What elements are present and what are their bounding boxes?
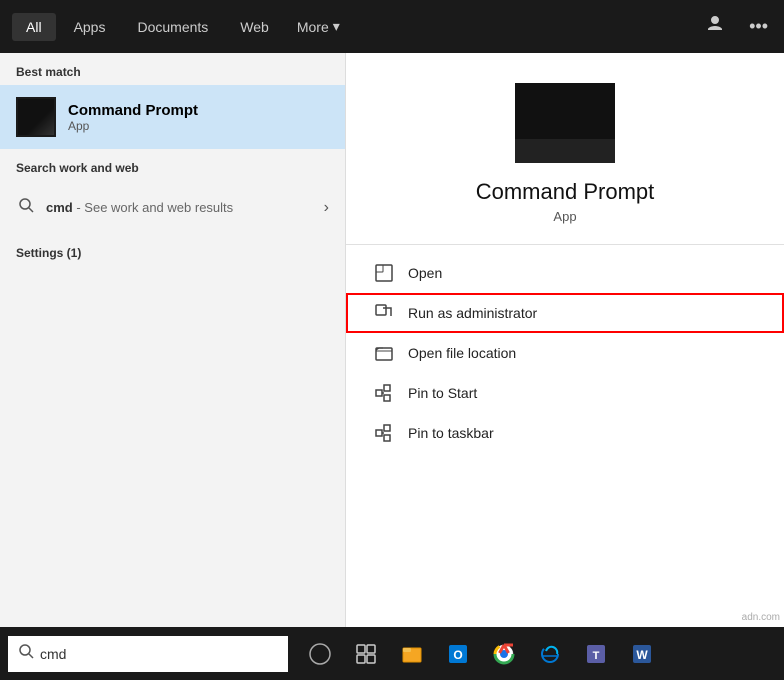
top-nav: All Apps Documents Web More ▾ •••: [0, 0, 784, 53]
explorer-icon[interactable]: [390, 632, 434, 676]
edge-icon[interactable]: [528, 632, 572, 676]
taskbar-search-text: cmd: [40, 646, 66, 662]
start-button[interactable]: [298, 632, 342, 676]
action-pin-start[interactable]: Pin to Start: [346, 373, 784, 413]
watermark: adn.com: [738, 610, 784, 625]
search-query: cmd: [46, 200, 73, 215]
app-icon-large: [515, 83, 615, 163]
ellipsis-icon[interactable]: •••: [745, 12, 772, 41]
svg-text:O: O: [453, 648, 462, 662]
action-open[interactable]: Open: [346, 253, 784, 293]
tab-more[interactable]: More ▾: [287, 12, 350, 41]
action-pin-taskbar-label: Pin to taskbar: [408, 425, 494, 441]
shield-icon: [374, 303, 394, 323]
search-web-section: cmd - See work and web results ›: [0, 181, 345, 234]
search-container: Best match Command Prompt App Search wor…: [0, 53, 784, 680]
svg-text:W: W: [636, 648, 648, 662]
app-type-large: App: [553, 209, 576, 224]
best-match-title: Command Prompt: [68, 102, 198, 119]
open-icon: [374, 263, 394, 283]
action-open-file-label: Open file location: [408, 345, 516, 361]
tab-apps[interactable]: Apps: [60, 13, 120, 41]
nav-right: •••: [701, 10, 772, 43]
word-icon[interactable]: W: [620, 632, 664, 676]
taskbar: cmd O: [0, 627, 784, 680]
search-web-item[interactable]: cmd - See work and web results ›: [0, 189, 345, 226]
action-run-admin-label: Run as administrator: [408, 305, 537, 321]
cmd-icon: [16, 97, 56, 137]
action-pin-taskbar[interactable]: Pin to taskbar: [346, 413, 784, 453]
action-open-file[interactable]: Open file location: [346, 333, 784, 373]
action-run-admin[interactable]: Run as administrator: [346, 293, 784, 333]
divider: [346, 244, 784, 245]
task-view-icon[interactable]: [344, 632, 388, 676]
action-pin-start-label: Pin to Start: [408, 385, 477, 401]
teams-icon[interactable]: T: [574, 632, 618, 676]
pin-taskbar-icon: [374, 423, 394, 443]
action-list: Open Run as administrator: [346, 253, 784, 453]
more-label: More: [297, 19, 329, 35]
app-name-large: Command Prompt: [476, 179, 655, 205]
folder-icon: [374, 343, 394, 363]
taskbar-icons: O T: [298, 632, 664, 676]
taskbar-search[interactable]: cmd: [8, 636, 288, 672]
chevron-down-icon: ▾: [333, 18, 340, 35]
best-match-subtitle: App: [68, 119, 198, 133]
taskbar-search-icon: [18, 643, 34, 664]
action-open-label: Open: [408, 265, 442, 281]
best-match-text: Command Prompt App: [68, 102, 198, 133]
pin-start-icon: [374, 383, 394, 403]
tab-all[interactable]: All: [12, 13, 56, 41]
chrome-icon[interactable]: [482, 632, 526, 676]
search-web-arrow-icon[interactable]: ›: [324, 199, 329, 217]
person-icon[interactable]: [701, 10, 729, 43]
right-panel: Command Prompt App Open: [345, 53, 784, 680]
search-web-label: Search work and web: [0, 149, 345, 181]
outlook-icon[interactable]: O: [436, 632, 480, 676]
best-match-item[interactable]: Command Prompt App: [0, 85, 345, 149]
search-rest: - See work and web results: [76, 200, 233, 215]
settings-label: Settings (1): [0, 234, 345, 266]
svg-text:T: T: [593, 650, 600, 662]
tab-documents[interactable]: Documents: [123, 13, 222, 41]
best-match-label: Best match: [0, 53, 345, 85]
search-web-icon: [16, 197, 36, 218]
tab-web[interactable]: Web: [226, 13, 283, 41]
search-web-text: cmd - See work and web results: [46, 200, 233, 215]
left-panel: Best match Command Prompt App Search wor…: [0, 53, 345, 680]
